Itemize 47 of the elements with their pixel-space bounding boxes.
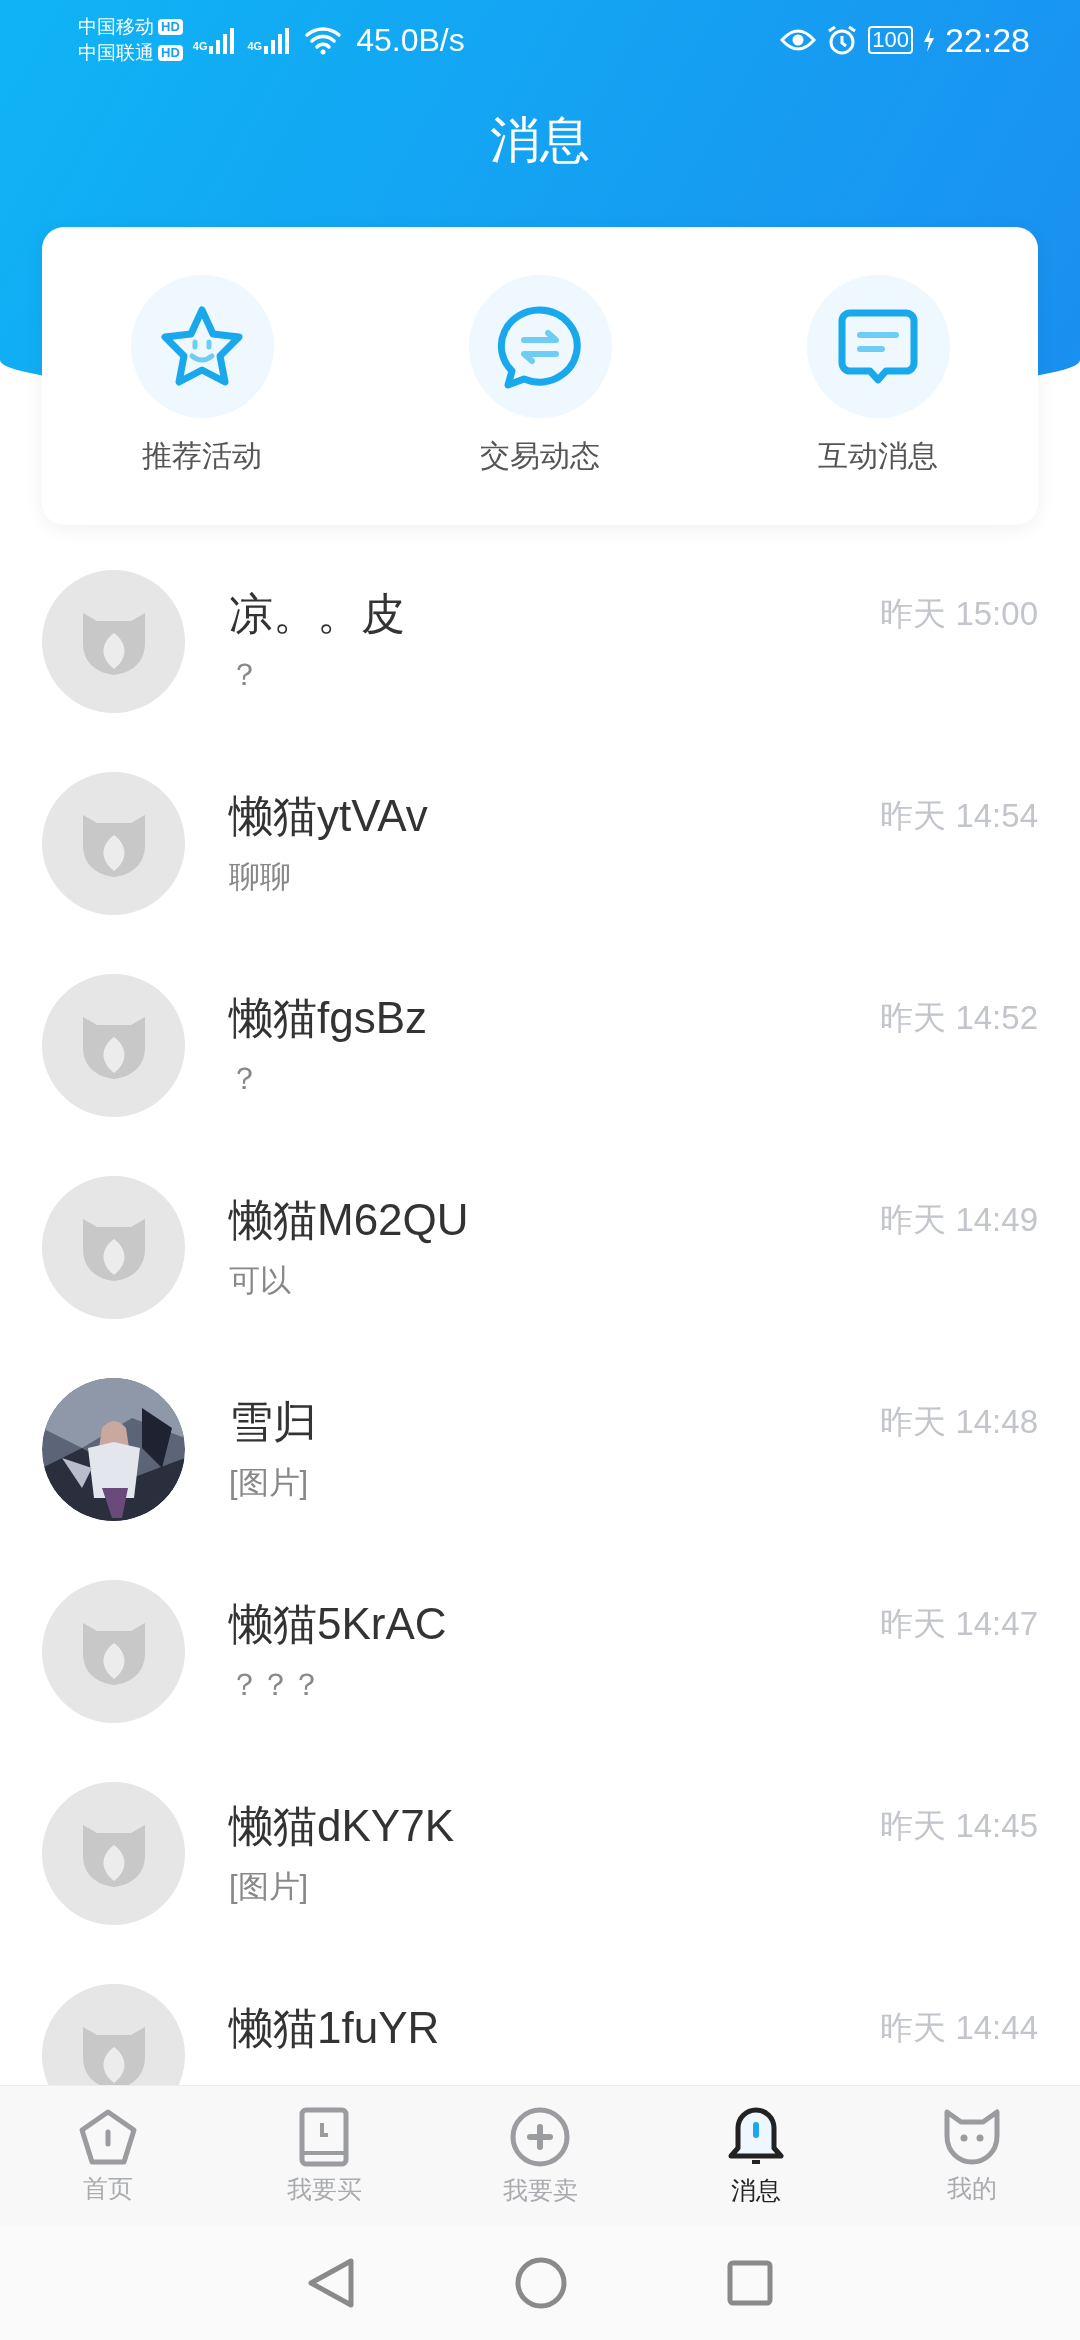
- recents-icon[interactable]: [727, 2260, 773, 2306]
- carrier-name: 中国移动: [78, 15, 154, 39]
- carrier-name: 中国联通: [78, 41, 154, 65]
- network-type: 4G: [247, 40, 263, 52]
- hd-badge: HD: [158, 45, 183, 61]
- wifi-icon: [304, 25, 343, 55]
- contact-name[interactable]: 凉。。皮: [229, 584, 881, 644]
- message-time: 昨天 15:00: [880, 594, 1038, 634]
- message-time: 昨天 14:52: [880, 998, 1038, 1038]
- plus-circle-icon: [509, 2105, 571, 2168]
- message-time: 昨天 14:48: [880, 1402, 1038, 1442]
- message-preview: ？: [229, 1060, 261, 1098]
- message-time: 昨天 14:49: [880, 1200, 1038, 1240]
- home-icon: [77, 2107, 139, 2166]
- message-time: 昨天 14:54: [880, 796, 1038, 836]
- contact-name[interactable]: 懒猫M62QU: [229, 1190, 881, 1250]
- message-preview: 聊聊: [229, 858, 292, 896]
- message-time: 昨天 14:44: [880, 2008, 1038, 2048]
- hd-badge: HD: [158, 19, 183, 35]
- home-button-icon[interactable]: [515, 2257, 567, 2309]
- page-title: 消息: [490, 111, 590, 170]
- contact-name[interactable]: 懒猫1fuYR: [229, 1998, 881, 2058]
- book-icon: [298, 2106, 350, 2167]
- shortcut-label[interactable]: 互动消息: [818, 436, 938, 477]
- contact-name[interactable]: 懒猫ytVAv: [229, 786, 881, 846]
- contact-name[interactable]: 雪归: [229, 1392, 881, 1452]
- message-preview: ？？？: [229, 1666, 323, 1704]
- shortcut-label[interactable]: 推荐活动: [142, 436, 262, 477]
- contact-name[interactable]: 懒猫fgsBz: [229, 988, 881, 1048]
- battery-level: 100: [868, 26, 913, 54]
- clock-time: 22:28: [944, 20, 1030, 60]
- network-type: 4G: [192, 40, 208, 52]
- contact-name[interactable]: 懒猫dKY7K: [229, 1796, 881, 1856]
- charging-icon: [922, 28, 935, 52]
- message-time: 昨天 14:47: [880, 1604, 1038, 1644]
- message-preview: [图片]: [229, 1868, 310, 1906]
- message-preview: [图片]: [229, 1464, 310, 1502]
- message-time: 昨天 14:45: [880, 1806, 1038, 1846]
- chat-exchange-icon: [496, 303, 584, 390]
- back-icon[interactable]: [307, 2257, 355, 2309]
- message-preview: ？: [229, 656, 261, 694]
- message-preview: 可以: [229, 1262, 292, 1300]
- eye-icon: [780, 28, 817, 52]
- shortcut-label[interactable]: 交易动态: [480, 436, 600, 477]
- nav-tab[interactable]: 消息: [648, 2086, 864, 2226]
- network-speed: 45.0B/s: [356, 21, 465, 59]
- contact-name[interactable]: 懒猫5KrAC: [229, 1594, 881, 1654]
